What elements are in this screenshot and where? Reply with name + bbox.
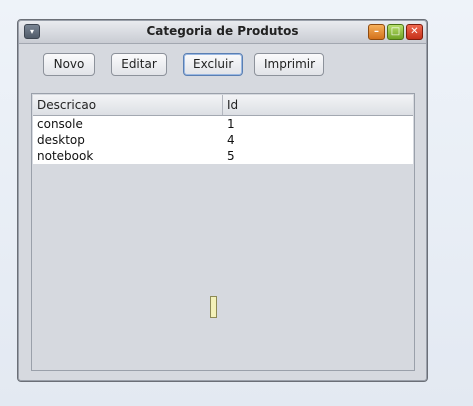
editar-button[interactable]: Editar	[111, 53, 167, 76]
resize-handle[interactable]	[210, 296, 217, 318]
cell-descricao: console	[37, 117, 83, 131]
window-title: Categoria de Produtos	[146, 24, 299, 38]
table-body: console 1 desktop 4 notebook 5	[33, 116, 413, 164]
minimize-icon[interactable]: –	[368, 24, 385, 40]
title-bar[interactable]: ▾ Categoria de Produtos – □ ✕	[19, 21, 426, 44]
cell-descricao: desktop	[37, 133, 85, 147]
maximize-icon[interactable]: □	[387, 24, 404, 40]
categoria-table: Descricao Id console 1 desktop 4 noteboo…	[31, 93, 415, 371]
column-header-id[interactable]: Id	[223, 95, 413, 115]
table-header: Descricao Id	[33, 95, 413, 116]
cell-id: 4	[227, 133, 235, 147]
cell-id: 1	[227, 117, 235, 131]
excluir-button[interactable]: Excluir	[183, 53, 243, 76]
table-row[interactable]: console 1	[33, 116, 413, 132]
cell-descricao: notebook	[37, 149, 94, 163]
table-row[interactable]: desktop 4	[33, 132, 413, 148]
cell-id: 5	[227, 149, 235, 163]
close-icon[interactable]: ✕	[406, 24, 423, 40]
table-row[interactable]: notebook 5	[33, 148, 413, 164]
categoria-window: ▾ Categoria de Produtos – □ ✕ Novo Edita…	[17, 19, 428, 382]
novo-button[interactable]: Novo	[43, 53, 95, 76]
column-header-descricao[interactable]: Descricao	[33, 95, 223, 115]
imprimir-button[interactable]: Imprimir	[254, 53, 324, 76]
desktop-background: ▾ Categoria de Produtos – □ ✕ Novo Edita…	[0, 0, 473, 406]
